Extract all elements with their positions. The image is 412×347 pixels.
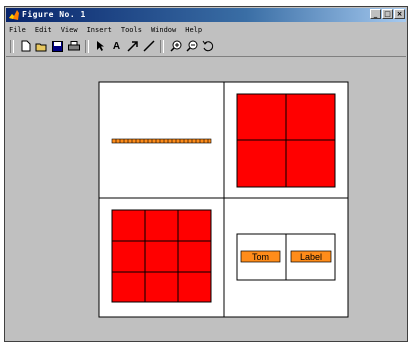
label-boxes: Tom Label [236,233,336,281]
toolbar-grip [10,39,14,53]
window-title: Figure No. 1 [22,10,86,19]
title-bar: Figure No. 1 _ □ × [6,8,406,22]
thin-bar-plot [111,138,212,144]
label-label: Label [300,252,322,262]
new-icon[interactable] [19,40,32,53]
zoom-out-icon[interactable] [185,40,198,53]
red-grid-2x2 [236,93,336,188]
menu-view[interactable]: View [61,24,78,36]
menu-window[interactable]: Window [151,24,176,36]
text-icon[interactable]: A [110,40,123,53]
save-icon[interactable] [51,40,64,53]
toolbar: A [8,38,214,54]
menu-edit[interactable]: Edit [35,24,52,36]
label-tom: Tom [252,252,269,262]
matlab-logo-icon [9,10,19,20]
toolbar-separator [85,39,89,53]
rotate-icon[interactable] [201,40,214,53]
maximize-button[interactable]: □ [382,9,393,19]
menu-tools[interactable]: Tools [121,24,142,36]
line-icon[interactable] [142,40,155,53]
figure-window: Figure No. 1 _ □ × File Edit View Insert… [4,6,408,342]
open-icon[interactable] [35,40,48,53]
figure-canvas: Tom Label [6,56,406,340]
menu-bar: File Edit View Insert Tools Window Help [9,24,202,36]
select-arrow-icon[interactable] [94,40,107,53]
menu-file[interactable]: File [9,24,26,36]
red-grid-3x3 [111,209,212,303]
print-icon[interactable] [67,40,80,53]
close-button[interactable]: × [394,9,405,19]
zoom-in-icon[interactable] [169,40,182,53]
figure-drawing: Tom Label [98,81,349,318]
menu-help[interactable]: Help [185,24,202,36]
menu-insert[interactable]: Insert [87,24,112,36]
arrow-icon[interactable] [126,40,139,53]
toolbar-separator [160,39,164,53]
minimize-button[interactable]: _ [370,9,381,19]
